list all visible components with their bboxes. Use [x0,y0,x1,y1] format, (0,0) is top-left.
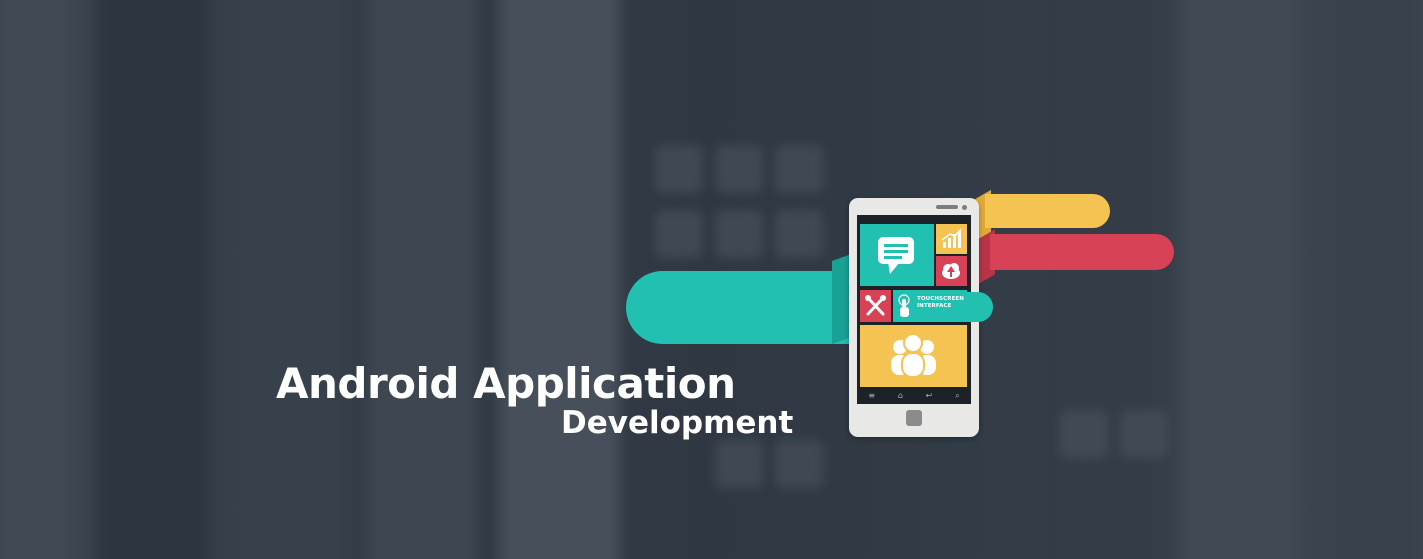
phone-navbar: ≡ ⌂ ↩ ⌕ [857,388,971,404]
home-icon: ⌂ [897,391,903,400]
cloud-upload-icon [942,263,960,279]
phone-home-button [906,410,922,426]
red-ribbon [990,234,1174,270]
headline-title: Android Application [276,359,736,408]
chat-bubble-icon [878,237,914,274]
phone-speaker [936,205,958,209]
cloud-tile [936,256,967,286]
touchscreen-label: TOUCHSCREEN INTERFACE [917,296,964,309]
yellow-ribbon [985,194,1110,228]
phone-camera [962,205,967,210]
tools-tile [860,290,891,322]
people-icon [891,333,936,378]
headline-subtitle: Development [561,405,794,441]
message-tile [860,224,934,286]
tools-icon [865,295,886,316]
search-icon: ⌕ [955,391,960,400]
analytics-tile [936,224,967,254]
back-icon: ↩ [925,391,933,400]
users-tile [860,325,967,387]
touch-hand-icon [898,294,910,317]
teal-ribbon [626,271,866,344]
bar-chart-icon [941,228,962,248]
menu-icon: ≡ [868,391,876,400]
